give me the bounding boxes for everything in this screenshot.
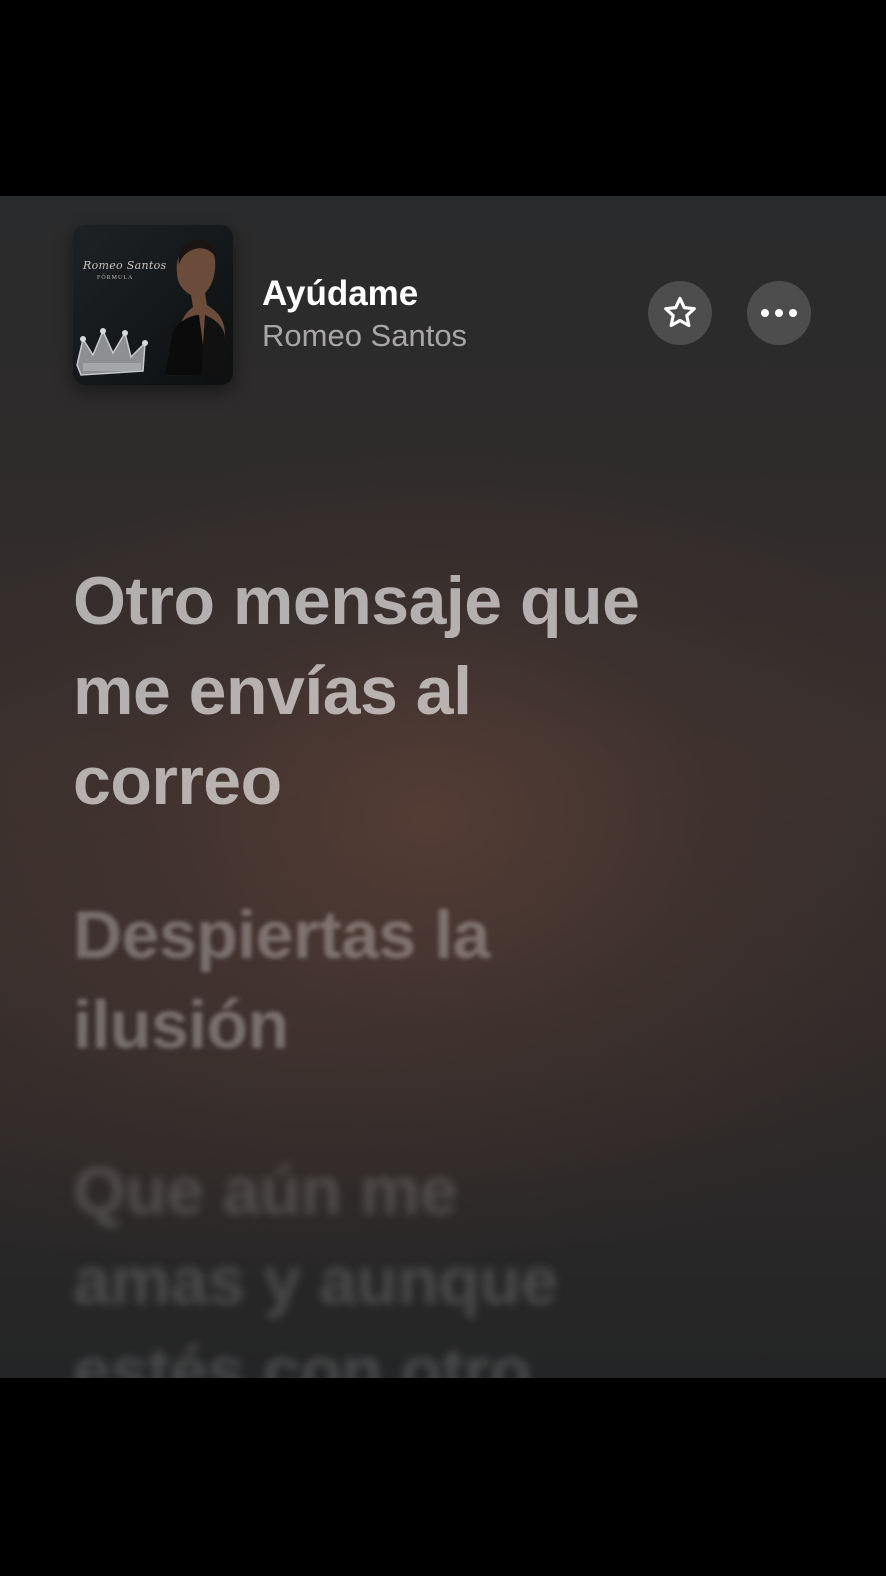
lyrics-container: Otro mensaje que me envías al correo Des… — [0, 0, 886, 1378]
lyric-line-current[interactable]: Otro mensaje que me envías al correo — [73, 556, 753, 826]
lyric-line-upcoming[interactable]: Que aún me amas y aunque estés con otro — [73, 1146, 753, 1378]
bottom-black-bar — [0, 1378, 886, 1576]
lyric-line-next[interactable]: Despiertas la ilusión — [73, 890, 753, 1070]
